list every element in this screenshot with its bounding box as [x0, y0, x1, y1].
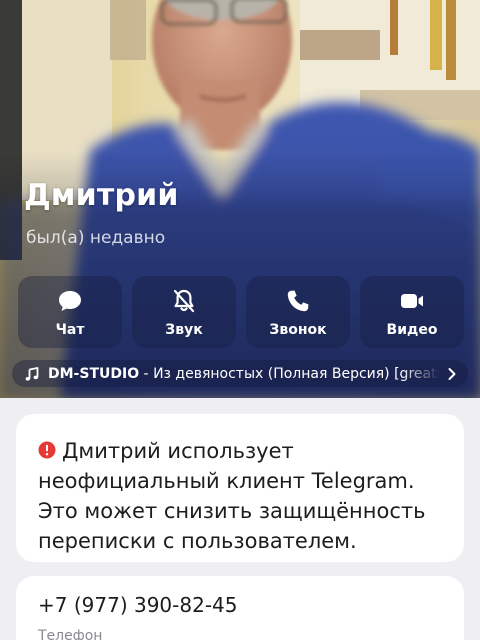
exclamation-circle-icon — [38, 441, 56, 459]
sound-button[interactable]: Звук — [132, 276, 236, 348]
video-button[interactable]: Видео — [360, 276, 464, 348]
bell-muted-icon — [173, 289, 195, 312]
chat-bubble-icon — [59, 290, 81, 311]
video-camera-icon — [401, 293, 423, 308]
warning-message: Дмитрий использует неофициальный клиент … — [38, 436, 446, 556]
unofficial-client-warning: Дмитрий использует неофициальный клиент … — [16, 414, 464, 562]
phone-icon — [287, 290, 309, 311]
chat-button-label: Чат — [55, 321, 85, 338]
profile-music-bar[interactable]: DM-STUDIO - Из девяностых (Полная Версия… — [12, 360, 468, 387]
music-separator: - — [139, 365, 154, 382]
video-button-label: Видео — [386, 321, 438, 338]
music-note-icon — [25, 366, 39, 381]
profile-screen: Дмитрий был(а) недавно Чат Звук Звонок В… — [0, 0, 480, 640]
sound-button-label: Звук — [165, 321, 203, 338]
action-buttons: Чат Звук Звонок Видео — [18, 276, 464, 348]
phone-label: Телефон — [38, 628, 103, 640]
call-button-label: Звонок — [269, 321, 327, 338]
chevron-right-icon — [448, 367, 456, 380]
profile-status: был(а) недавно — [26, 228, 166, 248]
phone-info-card[interactable]: +7 (977) 390-82-45 Телефон — [16, 576, 464, 640]
music-title: Из девяностых (Полная Версия) [greatmuz. — [153, 365, 440, 382]
music-artist: DM-STUDIO — [48, 365, 140, 382]
profile-name: Дмитрий — [24, 178, 179, 213]
profile-hero: Дмитрий был(а) недавно Чат Звук Звонок В… — [0, 0, 480, 398]
phone-number[interactable]: +7 (977) 390-82-45 — [38, 592, 442, 618]
warning-text: Дмитрий использует неофициальный клиент … — [38, 439, 426, 553]
call-button[interactable]: Звонок — [246, 276, 350, 348]
chat-button[interactable]: Чат — [18, 276, 122, 348]
music-track: DM-STUDIO - Из девяностых (Полная Версия… — [48, 366, 440, 382]
